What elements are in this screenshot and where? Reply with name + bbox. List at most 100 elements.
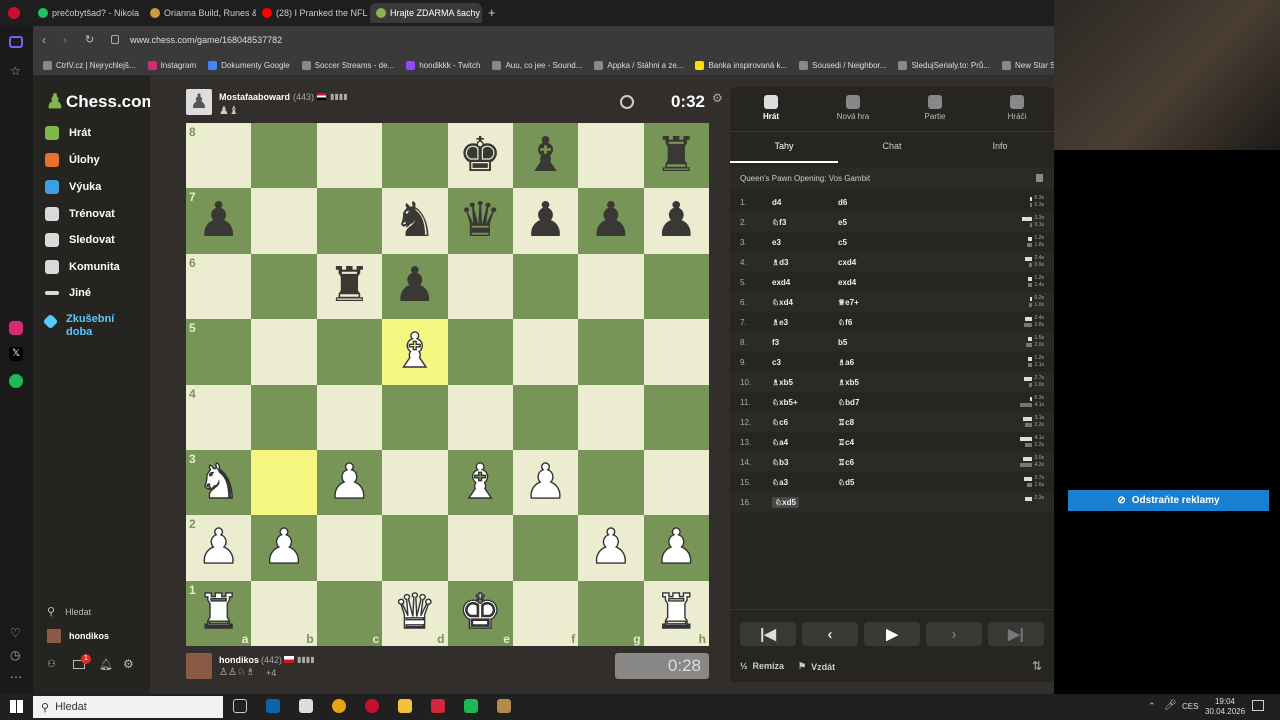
play-button[interactable]: ▶ [864,622,920,646]
black-move[interactable]: ♖c4 [838,438,854,447]
black-pawn[interactable]: ♟ [393,262,436,310]
square-f1[interactable]: f [512,580,579,646]
panel-tab-partie[interactable]: Partie [894,95,976,121]
tray-chevron-icon[interactable]: ⌃ [1148,701,1156,712]
black-rook[interactable]: ♜ [655,131,698,180]
square-a1[interactable]: 1 a ♜ [186,580,252,646]
user-profile[interactable]: hondikos [47,629,109,643]
opera-icon[interactable] [365,699,379,713]
black-rook[interactable]: ♜ [328,262,371,310]
square-a7[interactable]: 7 ♟ [186,188,252,254]
square-b3[interactable] [251,449,317,516]
square-g2[interactable]: ♟ [578,515,644,581]
tab-1[interactable]: prečobytšad? - Nikola [32,3,146,23]
black-move[interactable]: ♘d5 [838,478,855,487]
white-pawn[interactable]: ♟ [262,523,306,572]
draw-button[interactable]: ½ Remíza [740,661,784,671]
black-pawn[interactable]: ♟ [655,197,698,245]
square-f5[interactable] [512,319,579,385]
square-e5[interactable] [447,319,513,385]
url-field[interactable]: www.chess.com/game/168048537782 [130,35,282,45]
square-c1[interactable]: c [316,580,383,646]
square-e3[interactable]: ♝ [447,449,513,516]
black-move[interactable]: b5 [838,338,847,347]
square-c4[interactable] [316,384,383,450]
prev-move-button[interactable]: ‹ [802,622,858,646]
store-icon[interactable] [299,699,313,713]
square-a2[interactable]: 2 ♟ [186,515,252,581]
forward-icon[interactable]: › [63,33,67,47]
tab-3[interactable]: (28) I Pranked the NFL Dr [256,3,368,23]
square-f6[interactable] [512,253,579,320]
bookmark-item[interactable]: CtrlV.cz | Nejrychlejš... [37,61,142,70]
black-move[interactable]: e5 [838,218,847,227]
square-d7[interactable]: ♞ [382,188,448,254]
square-f2[interactable] [512,515,579,581]
home-icon[interactable] [9,36,23,48]
square-c8[interactable] [316,123,383,189]
history-icon[interactable]: ◷ [10,648,20,662]
square-g4[interactable] [578,384,644,450]
black-move[interactable]: d6 [838,198,847,207]
chesscom-logo[interactable]: ♟ Chess.com [46,89,157,114]
square-f8[interactable]: ♝ [512,123,579,189]
square-d2[interactable] [382,515,448,581]
square-b2[interactable]: ♟ [251,515,317,581]
square-d3[interactable] [382,449,448,516]
white-pawn[interactable]: ♟ [523,457,567,506]
white-move[interactable]: ♘a3 [772,478,788,487]
task-view-icon[interactable] [233,699,247,713]
square-h1[interactable]: h ♜ [643,580,709,646]
white-move[interactable]: ♗e3 [772,318,788,327]
square-g1[interactable]: g [578,580,644,646]
square-h5[interactable] [643,319,709,385]
white-rook[interactable]: ♜ [196,588,240,637]
black-pawn[interactable]: ♟ [524,197,567,245]
remove-ads-button[interactable]: ⊘ Odstraňte reklamy [1068,490,1269,511]
white-move[interactable]: ♗xb5 [772,378,793,387]
square-g6[interactable] [578,253,644,320]
nav-sledovat[interactable]: Sledovat [45,233,115,247]
square-c5[interactable] [316,319,383,385]
white-move[interactable]: c3 [772,358,781,367]
square-a5[interactable]: 5 [186,319,252,385]
opponent-avatar[interactable]: ♟ [186,89,212,115]
white-move[interactable]: ♘xb5+ [772,398,798,407]
black-move[interactable]: ♖c6 [838,458,854,467]
white-bishop[interactable]: ♝ [458,457,502,506]
square-h6[interactable] [643,253,709,320]
site-search[interactable]: ⚲ Hledat [47,605,91,618]
white-move[interactable]: ♘a4 [772,438,788,447]
square-e7[interactable]: ♛ [447,188,513,254]
white-pawn[interactable]: ♟ [589,523,633,572]
white-pawn[interactable]: ♟ [327,457,371,506]
white-move[interactable]: ♘f3 [772,218,786,227]
bookmark-item[interactable]: Dokumenty Google [202,61,295,70]
subtab-tahy[interactable]: Tahy [730,141,838,151]
square-a3[interactable]: 3 ♞ [186,449,252,516]
nav-vyuka[interactable]: Výuka [45,180,101,194]
black-pawn[interactable]: ♟ [197,197,240,245]
windows-start-icon[interactable] [10,700,23,713]
bookmark-item[interactable]: Soccer Streams - de... [296,61,401,70]
last-move-button[interactable]: ▶| [988,622,1044,646]
reload-icon[interactable]: ↻ [85,33,94,46]
black-move[interactable]: ♖c8 [838,418,854,427]
clock[interactable]: 19:04 30.04.2026 [1205,697,1245,717]
square-b1[interactable]: b [251,580,317,646]
panel-tab-hraci[interactable]: Hráči [976,95,1058,121]
settings-gear-icon[interactable]: ⚙ [123,657,134,671]
taskbar-search[interactable]: ⚲ Hledat [33,696,223,718]
chess-board[interactable]: 8 ♚ ♝ ♜ 7 ♟ ♞ ♛ ♟ ♟ ♟ 6 ♜ ♟ 5 ♝ 4 3 ♞ ♟ ♝ ♟ 2 ♟ ♟ ♟ ♟ 1 a ♜ b c d ♛ e ♚ f g h ♜ [186,123,709,646]
bookmark-item[interactable]: hondikkk - Twitch [400,61,486,70]
white-move[interactable]: ♘b3 [772,458,789,467]
white-move[interactable]: d4 [772,198,781,207]
black-move[interactable]: c5 [838,238,847,247]
white-rook[interactable]: ♜ [654,588,698,637]
square-d5[interactable]: ♝ [382,319,448,385]
explorer-icon[interactable] [398,699,412,713]
nav-ulohy[interactable]: Úlohy [45,153,100,167]
square-f4[interactable] [512,384,579,450]
white-knight[interactable]: ♞ [196,457,240,506]
player-name[interactable]: hondikos [219,655,259,665]
